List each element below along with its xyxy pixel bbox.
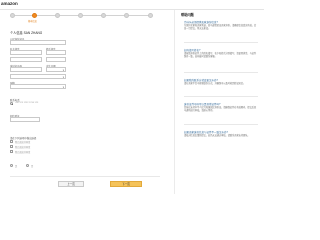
step-5-dot — [101, 13, 106, 18]
help-question[interactable]: 如果我的联系方式变更怎么办? — [184, 78, 258, 82]
section-title: 个人信息 SAN ZHANG — [10, 31, 43, 35]
step-1-dot — [10, 13, 15, 18]
consent-checkbox-1[interactable] — [10, 140, 13, 143]
help-panel: 帮助问题 为什么必须提供卖家身份信息? 为保护买家和卖家利益，亚马逊需验证卖家身… — [178, 10, 262, 190]
help-divider — [184, 42, 258, 43]
id-number-input[interactable] — [10, 40, 66, 45]
help-item[interactable]: 如何填写姓名? 请按照身份证件上的姓名填写，名字和姓氏分别填写，请使用拼音，与证… — [184, 48, 258, 59]
help-question[interactable]: 为什么必须提供卖家身份信息? — [184, 20, 258, 24]
help-answer: 请按照身份证件上的姓名填写，名字和姓氏分别填写，请使用拼音，与证件保持一致，如有… — [184, 52, 257, 58]
help-question[interactable]: 如何填写姓名? — [184, 48, 258, 52]
birth-date-select[interactable]: ▾ — [46, 67, 66, 72]
option-yes-radio[interactable] — [10, 164, 13, 167]
help-divider — [184, 124, 258, 125]
seller-info-form: 个人信息 SAN ZHANG 公民身份证号 名字拼音 姓氏拼音 身份证号码 出生… — [2, 26, 166, 192]
help-title: 帮助问题 — [181, 13, 194, 17]
help-item[interactable]: 身份证件号码可以是其他证件吗? 目前仅支持中华人民共和国居民身份证，请确保证件在… — [184, 102, 258, 113]
step-2-dot — [32, 13, 37, 18]
country-select[interactable]: ▾ — [10, 74, 66, 79]
consent-checkbox-3[interactable] — [10, 150, 13, 153]
id-card-input[interactable] — [10, 67, 42, 72]
chevron-down-icon: ▾ — [62, 85, 64, 89]
help-item[interactable]: 如果我的联系方式变更怎么办? 请在卖家平台中更新联系方式，并确保可以及时收到验证… — [184, 78, 258, 86]
step-3-dot — [55, 13, 60, 18]
help-question[interactable]: 如果卖家身份信息与证件不一致怎么办? — [184, 130, 258, 134]
option-no-label: 否 — [31, 166, 34, 168]
chevron-down-icon: ▾ — [62, 75, 64, 79]
consent-text-1: 我已阅读并同意 — [15, 142, 31, 144]
last-name-pinyin-input[interactable] — [46, 57, 66, 62]
next-button[interactable]: 下一页 — [110, 181, 142, 187]
first-name-input[interactable] — [10, 50, 42, 55]
phone-hint: +86 123 1232 1234 123 — [15, 102, 39, 104]
consent-text-2: 我已阅读并同意 — [15, 147, 31, 149]
chevron-down-icon: ▾ — [62, 68, 64, 72]
help-divider — [184, 72, 258, 73]
help-question[interactable]: 身份证件号码可以是其他证件吗? — [184, 102, 258, 106]
help-answer: 请在卖家平台中更新联系方式，并确保可以及时收到验证短信。 — [184, 82, 246, 85]
nationality-select[interactable]: ▾ — [10, 84, 66, 89]
step-6-dot — [124, 13, 129, 18]
phone-radio[interactable] — [10, 102, 13, 105]
column-divider — [174, 10, 175, 194]
help-answer: 请核对信息后重新提交，如仍无法通过审核，请联系卖家支持团队。 — [184, 134, 250, 137]
last-name-input[interactable] — [46, 50, 66, 55]
form-divider — [10, 176, 160, 177]
first-name-pinyin-input[interactable] — [10, 57, 42, 62]
help-answer: 为保护买家和卖家利益，亚马逊需验证卖家身份，请确保信息真实有效，信息一旦提交，将… — [184, 24, 257, 30]
sms-code-input[interactable] — [10, 117, 40, 122]
help-item[interactable]: 如果卖家身份信息与证件不一致怎么办? 请核对信息后重新提交，如仍无法通过审核，请… — [184, 130, 258, 138]
prev-button[interactable]: 上一页 — [58, 181, 84, 187]
help-answer: 目前仅支持中华人民共和国居民身份证，请确保证件在有效期内，提交后亚马逊将进行审核… — [184, 106, 257, 112]
step-2-label: 基本信息 — [28, 21, 37, 23]
option-no-radio[interactable] — [26, 164, 29, 167]
consent-checkbox-2[interactable] — [10, 145, 13, 148]
step-7-dot — [148, 13, 153, 18]
help-divider — [184, 96, 258, 97]
top-bar: amazon — [0, 0, 264, 10]
option-yes-label: 是 — [15, 166, 18, 168]
help-item[interactable]: 为什么必须提供卖家身份信息? 为保护买家和卖家利益，亚马逊需验证卖家身份，请确保… — [184, 20, 258, 31]
amazon-logo: amazon — [1, 1, 18, 6]
step-4-dot — [78, 13, 83, 18]
consent-text-3: 我已阅读并同意 — [15, 152, 31, 154]
